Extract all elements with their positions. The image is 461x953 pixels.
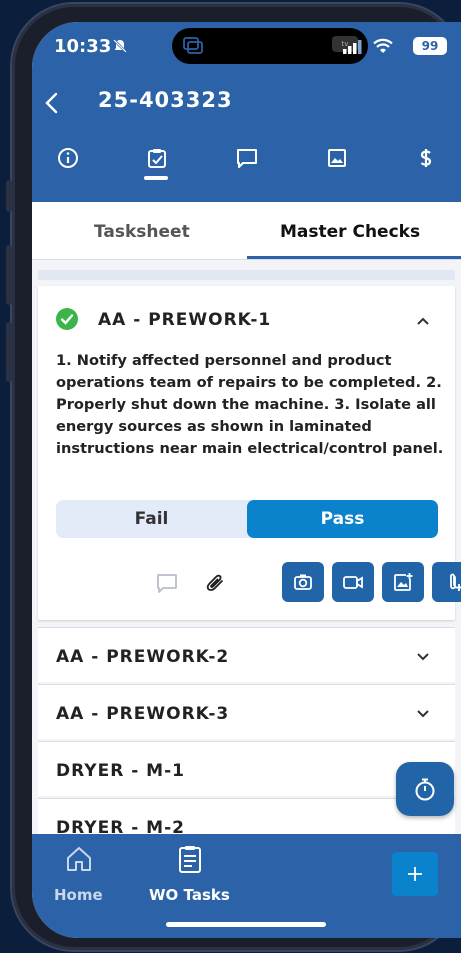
sub-tab-indicator [247, 256, 461, 259]
app-screen: 10:33 tv 99 25-403323 Tasksheet Master C… [32, 22, 461, 938]
signal-icon [343, 40, 362, 54]
paperclip-icon[interactable] [204, 572, 226, 594]
side-button [6, 322, 12, 382]
camera-button[interactable] [282, 562, 324, 602]
pass-fail-toggle: Fail Pass [56, 500, 438, 538]
fail-button[interactable]: Fail [56, 500, 247, 538]
battery-indicator: 99 [413, 37, 447, 55]
nav-wo-tasks-label[interactable]: WO Tasks [149, 886, 230, 904]
stopwatch-icon [415, 778, 435, 801]
home-icon [67, 847, 91, 871]
bell-mute-icon [113, 39, 127, 53]
chevron-down-icon [417, 653, 429, 661]
tab-costs[interactable] [408, 140, 444, 176]
status-time: 10:33 [54, 36, 112, 57]
task-list-icon [179, 846, 201, 873]
back-arrow-icon[interactable] [44, 92, 60, 114]
nav-home[interactable] [64, 844, 94, 878]
side-button [6, 245, 12, 305]
tab-tasksheet[interactable]: Tasksheet [94, 222, 190, 242]
status-bar: 10:33 tv 99 [54, 28, 447, 64]
check-item-label: AA - PREWORK-2 [56, 647, 230, 667]
comment-icon[interactable] [156, 572, 178, 594]
dollar-icon [420, 149, 432, 167]
tab-checklist[interactable] [139, 140, 175, 176]
pass-status-icon [56, 308, 78, 330]
active-tab-indicator [144, 176, 168, 180]
app-header: 10:33 tv 99 25-403323 [32, 22, 461, 202]
plus-icon [408, 867, 422, 881]
chevron-up-icon[interactable] [416, 316, 430, 326]
checklist-icon [148, 149, 166, 168]
timer-button[interactable] [396, 762, 454, 816]
check-item-label: DRYER - M-1 [56, 761, 185, 781]
check-item[interactable]: AA - PREWORK-3 [38, 684, 455, 739]
tab-info[interactable] [50, 140, 86, 176]
home-indicator [166, 922, 326, 927]
add-photo-icon [394, 572, 413, 591]
tab-images[interactable] [319, 140, 355, 176]
add-attachment-icon [450, 573, 461, 591]
wifi-icon [373, 38, 393, 53]
side-button [6, 180, 12, 212]
screen-mirror-icon [183, 37, 203, 54]
list-top-divider [38, 270, 455, 280]
check-item[interactable]: AA - PREWORK-2 [38, 627, 455, 682]
comment-icon [237, 149, 257, 168]
bottom-nav: Home WO Tasks [32, 834, 461, 938]
check-item-label: AA - PREWORK-3 [56, 704, 230, 724]
tab-comments[interactable] [229, 140, 265, 176]
video-camera-icon [343, 576, 363, 589]
add-image-button[interactable] [382, 562, 424, 602]
info-icon [58, 148, 78, 168]
video-button[interactable] [332, 562, 374, 602]
page-title: 25-403323 [98, 88, 233, 112]
section-tab-bar [32, 140, 461, 180]
nav-wo-tasks[interactable] [175, 844, 205, 878]
add-attachment-button[interactable] [432, 562, 461, 602]
check-item-expanded: AA - PREWORK-1 1. Notify affected person… [38, 286, 461, 620]
dynamic-island: tv [172, 28, 368, 64]
pass-button[interactable]: Pass [247, 500, 438, 538]
image-icon [328, 149, 346, 167]
sub-tab-bar: Tasksheet Master Checks [32, 202, 461, 260]
nav-home-label[interactable]: Home [54, 886, 103, 904]
check-item-description: 1. Notify affected personnel and product… [56, 352, 444, 457]
chevron-down-icon [417, 710, 429, 718]
camera-icon [294, 574, 312, 590]
tab-master-checks[interactable]: Master Checks [280, 222, 420, 242]
check-item[interactable]: DRYER - M-1 [38, 741, 455, 796]
check-item-title[interactable]: AA - PREWORK-1 [98, 310, 271, 330]
add-button[interactable] [392, 852, 438, 896]
